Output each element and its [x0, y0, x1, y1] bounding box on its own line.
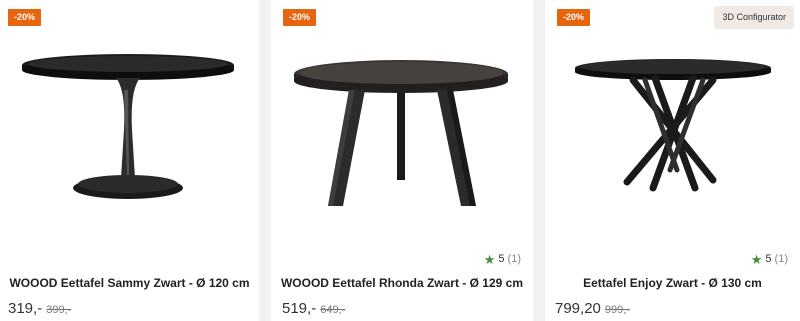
rating-count: (1) [774, 253, 788, 265]
discount-badge: -20% [8, 9, 42, 26]
product-image[interactable] [271, 30, 533, 230]
round-pedestal-table-image [22, 54, 234, 199]
round-three-leg-table-image [294, 60, 508, 206]
product-grid: -20% WOOOD Eettafel Sammy Zwart - Ø 120 … [0, 0, 800, 321]
product-title[interactable]: WOOOD Eettafel Sammy Zwart - Ø 120 cm [0, 276, 259, 290]
rating-value: 5 [765, 253, 772, 265]
configurator-button[interactable]: 3D Configurator [714, 6, 794, 29]
rating[interactable]: ★ 5 (1) [750, 251, 788, 267]
product-title[interactable]: WOOOD Eettafel Rhonda Zwart - Ø 129 cm [271, 276, 533, 290]
price-block: 799,20 999,- [555, 300, 630, 317]
price-block: 519,- 649,- [282, 300, 345, 317]
price-block: 319,- 399,- [8, 300, 71, 317]
product-image[interactable] [0, 30, 259, 230]
discount-badge: -20% [557, 9, 591, 26]
old-price: 649,- [320, 304, 346, 316]
discount-badge: -20% [283, 9, 317, 26]
product-title[interactable]: Eettafel Enjoy Zwart - Ø 130 cm [545, 276, 800, 290]
rating[interactable]: ★ 5 (1) [483, 251, 521, 267]
rating-value: 5 [498, 253, 505, 265]
rating-count: (1) [507, 253, 521, 265]
round-cross-leg-table-image [575, 59, 771, 192]
current-price: 799,20 [555, 300, 601, 317]
old-price: 399,- [46, 304, 72, 316]
product-card[interactable]: -20% WOOOD Eettafel Sammy Zwart - Ø 120 … [0, 0, 259, 321]
current-price: 519,- [282, 300, 317, 317]
product-image[interactable] [545, 30, 800, 230]
star-icon: ★ [750, 251, 763, 267]
product-card[interactable]: -20% ★ 5 (1) WOOOD Eettafel Rhonda Zwart… [271, 0, 533, 321]
star-icon: ★ [483, 251, 496, 267]
product-card[interactable]: -20% 3D Configurator ★ 5 (1) Eettafel En… [545, 0, 800, 321]
old-price: 999,- [604, 304, 630, 316]
current-price: 319,- [8, 300, 43, 317]
